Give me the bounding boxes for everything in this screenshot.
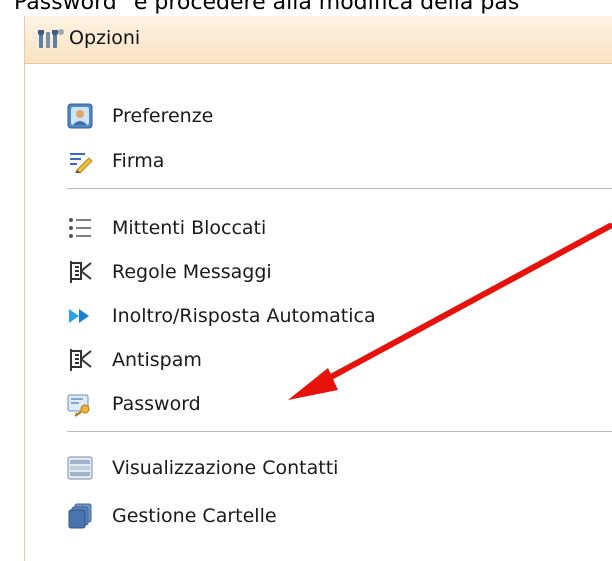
menu-item-label: Password [112, 393, 201, 415]
menu-item-regole-messaggi[interactable]: Regole Messaggi [67, 258, 272, 286]
menu-item-antispam[interactable]: Antispam [67, 346, 202, 374]
menu-item-label: Firma [112, 150, 165, 172]
menu-item-label: Visualizzazione Contatti [112, 457, 339, 479]
blocked-list-icon [67, 215, 93, 241]
antispam-icon [67, 347, 93, 373]
contacts-view-icon [67, 455, 93, 481]
menu-item-label: Regole Messaggi [112, 261, 272, 283]
menu-item-visualizzazione-contatti[interactable]: Visualizzazione Contatti [67, 454, 338, 482]
menu-item-label: Inoltro/Risposta Automatica [112, 305, 376, 327]
forward-icon [67, 303, 93, 329]
menu-item-label: Gestione Cartelle [112, 505, 277, 527]
menu-item-inoltro-risposta-automatica[interactable]: Inoltro/Risposta Automatica [67, 302, 376, 330]
divider [67, 431, 612, 432]
password-key-icon [67, 391, 93, 417]
instruction-text: Password" e procedere alla modifica dell… [14, 0, 520, 15]
folders-icon [67, 503, 93, 529]
menu-item-label: Mittenti Bloccati [112, 217, 267, 239]
divider [67, 188, 612, 189]
panel-header: Opzioni [25, 16, 612, 64]
menu-item-password[interactable]: Password [67, 390, 201, 418]
panel-title: Opzioni [69, 27, 141, 49]
menu-item-label: Antispam [112, 349, 202, 371]
user-profile-icon [67, 103, 93, 129]
tools-icon [37, 28, 65, 50]
page: Password" e procedere alla modifica dell… [0, 0, 612, 561]
menu-item-mittenti-bloccati[interactable]: Mittenti Bloccati [67, 214, 266, 242]
menu-item-label: Preferenze [112, 105, 214, 127]
options-panel: Opzioni Preferenze Firma Mittenti Blocca… [24, 16, 612, 561]
rules-icon [67, 259, 93, 285]
menu-item-gestione-cartelle[interactable]: Gestione Cartelle [67, 502, 277, 530]
menu-item-preferenze[interactable]: Preferenze [67, 102, 213, 130]
signature-pen-icon [67, 148, 93, 174]
menu-item-firma[interactable]: Firma [67, 147, 164, 175]
